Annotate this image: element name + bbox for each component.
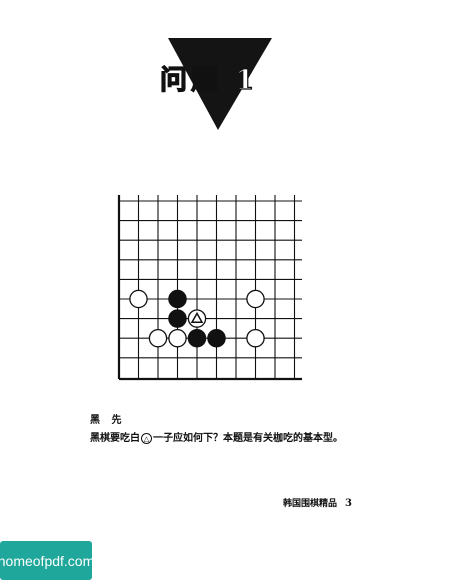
white-stone — [148, 328, 168, 348]
book-title: 韩国围棋精品 — [283, 499, 338, 509]
watermark-text: homeofpdf.com — [0, 552, 95, 569]
white-stone — [168, 328, 187, 348]
page-footer: 韩国围棋精品 3 — [283, 496, 352, 509]
black-stone — [168, 289, 187, 309]
black-stone — [187, 328, 207, 348]
black-stone — [207, 328, 226, 348]
white-stone — [129, 289, 148, 309]
statement-part-2: 一子应如何下？本题是有关枷吃的基本型。 — [153, 433, 343, 444]
go-board-diagram — [117, 195, 302, 381]
triangle-marker-icon: △ — [141, 433, 152, 444]
white-stone — [246, 328, 265, 348]
page-number: 3 — [345, 498, 352, 509]
watermark-badge: homeofpdf.com — [0, 541, 95, 580]
statement-part-1: 黑棋要吃白 — [90, 433, 140, 444]
board-grid — [117, 195, 302, 381]
to-play-label: 黑 先 — [90, 415, 126, 426]
black-stone — [168, 309, 187, 328]
problem-statement: 黑棋要吃白 △ 一子应如何下？本题是有关枷吃的基本型。 — [90, 429, 343, 444]
white-stone — [246, 289, 265, 309]
